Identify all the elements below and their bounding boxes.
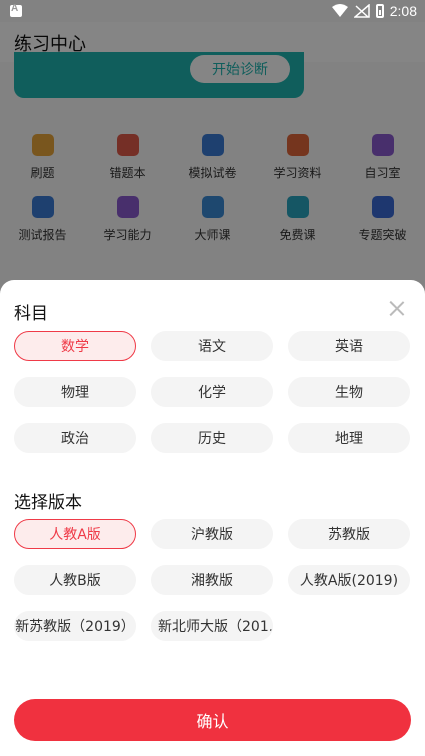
subject-chip[interactable]: 物理 [14, 377, 136, 407]
confirm-button[interactable]: 确认 [14, 699, 411, 741]
subject-chip[interactable]: 地理 [288, 423, 410, 453]
wifi-icon [331, 4, 348, 17]
subject-chip[interactable]: 数学 [14, 331, 136, 361]
subject-chip[interactable]: 政治 [14, 423, 136, 453]
edition-chip[interactable]: 人教B版 [14, 565, 136, 595]
subject-chip[interactable]: 英语 [288, 331, 410, 361]
edition-options: 人教A版 沪教版 苏教版人教B版 湘教版 人教A版(2019) 新苏教版（2019） 新北师… [14, 519, 411, 641]
edition-chip[interactable]: 沪教版 [151, 519, 273, 549]
status-bar: 2:08 [0, 0, 425, 22]
edition-chip[interactable]: 湘教版 [151, 565, 273, 595]
subject-options: 数学 语文 英语物理 化学 生物政治 历史 地理 [14, 331, 411, 453]
edition-chip[interactable]: 新北师大版（201... [151, 611, 273, 641]
filter-bottom-sheet: 科目 数学 语文 英语物理 化学 生物政治 历史 地理 选择版本 人教A版 沪教版 苏教版人教B… [0, 280, 425, 756]
battery-icon [375, 4, 384, 18]
notification-icon [10, 3, 22, 17]
subject-chip[interactable]: 语文 [151, 331, 273, 361]
edition-section-title: 选择版本 [14, 493, 82, 513]
subject-chip[interactable]: 历史 [151, 423, 273, 453]
edition-chip[interactable]: 人教A版(2019) [288, 565, 410, 595]
signal-icon [353, 4, 370, 18]
close-icon[interactable] [384, 296, 410, 322]
edition-chip[interactable]: 人教A版 [14, 519, 136, 549]
status-time: 2:08 [389, 3, 417, 19]
subject-section-title: 科目 [14, 304, 48, 324]
subject-chip[interactable]: 生物 [288, 377, 410, 407]
edition-chip[interactable]: 新苏教版（2019） [14, 611, 136, 641]
edition-chip[interactable]: 苏教版 [288, 519, 410, 549]
subject-chip[interactable]: 化学 [151, 377, 273, 407]
